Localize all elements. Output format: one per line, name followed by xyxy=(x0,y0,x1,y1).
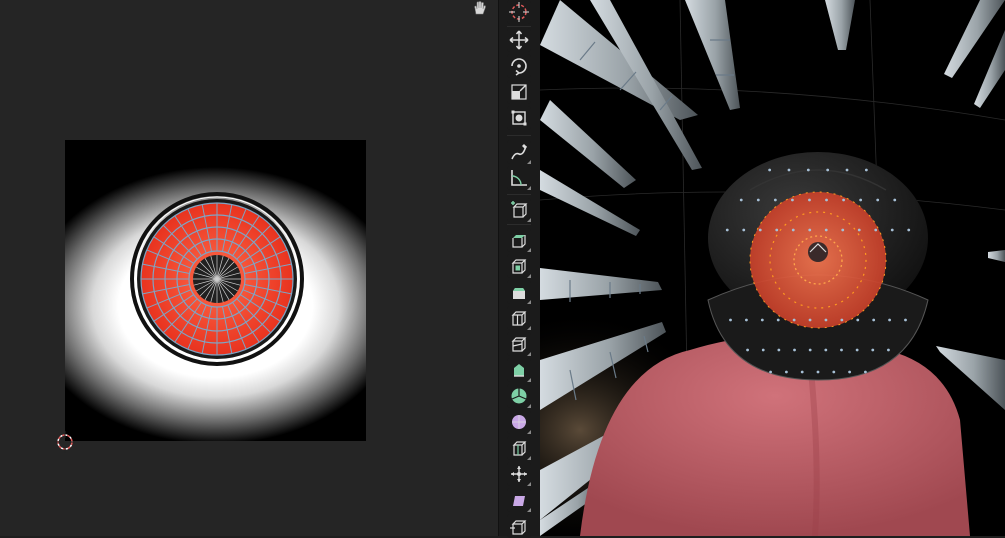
spin-tool[interactable] xyxy=(507,384,531,408)
poly-build-tool[interactable] xyxy=(507,358,531,382)
rip-icon xyxy=(510,520,527,535)
uv-image-eye-texture[interactable] xyxy=(65,140,366,441)
hand-icon[interactable] xyxy=(470,0,490,15)
move-icon xyxy=(509,30,529,50)
add-cube-tool[interactable] xyxy=(507,198,531,222)
extrude-tool[interactable] xyxy=(507,228,531,252)
measure-tool[interactable] xyxy=(507,166,531,190)
eyeball-mesh xyxy=(707,152,929,381)
shear-tool[interactable] xyxy=(507,488,531,512)
loop-cut-tool[interactable] xyxy=(507,306,531,330)
rip-tool[interactable] xyxy=(507,514,531,538)
inset-tool[interactable] xyxy=(507,254,531,278)
annotate-tool[interactable] xyxy=(507,140,531,164)
scale-tool[interactable] xyxy=(507,80,531,104)
transform-icon xyxy=(511,110,527,126)
cursor-icon xyxy=(509,2,529,22)
tool-shelf xyxy=(498,0,541,538)
smooth-tool[interactable] xyxy=(507,410,531,434)
rotate-icon xyxy=(511,58,527,76)
cursor-tool[interactable] xyxy=(507,0,531,24)
scale-icon xyxy=(511,84,527,100)
uv-cursor-icon[interactable] xyxy=(54,431,76,453)
rotate-tool[interactable] xyxy=(507,54,531,78)
transform-tool[interactable] xyxy=(507,106,531,130)
uv-editor-panel[interactable] xyxy=(0,0,498,536)
move-tool[interactable] xyxy=(507,28,531,52)
knife-tool[interactable] xyxy=(507,332,531,356)
bevel-tool[interactable] xyxy=(507,280,531,304)
shrink-fatten-tool[interactable] xyxy=(507,462,531,486)
edge-slide-tool[interactable] xyxy=(507,436,531,460)
3d-viewport[interactable] xyxy=(540,0,1005,536)
